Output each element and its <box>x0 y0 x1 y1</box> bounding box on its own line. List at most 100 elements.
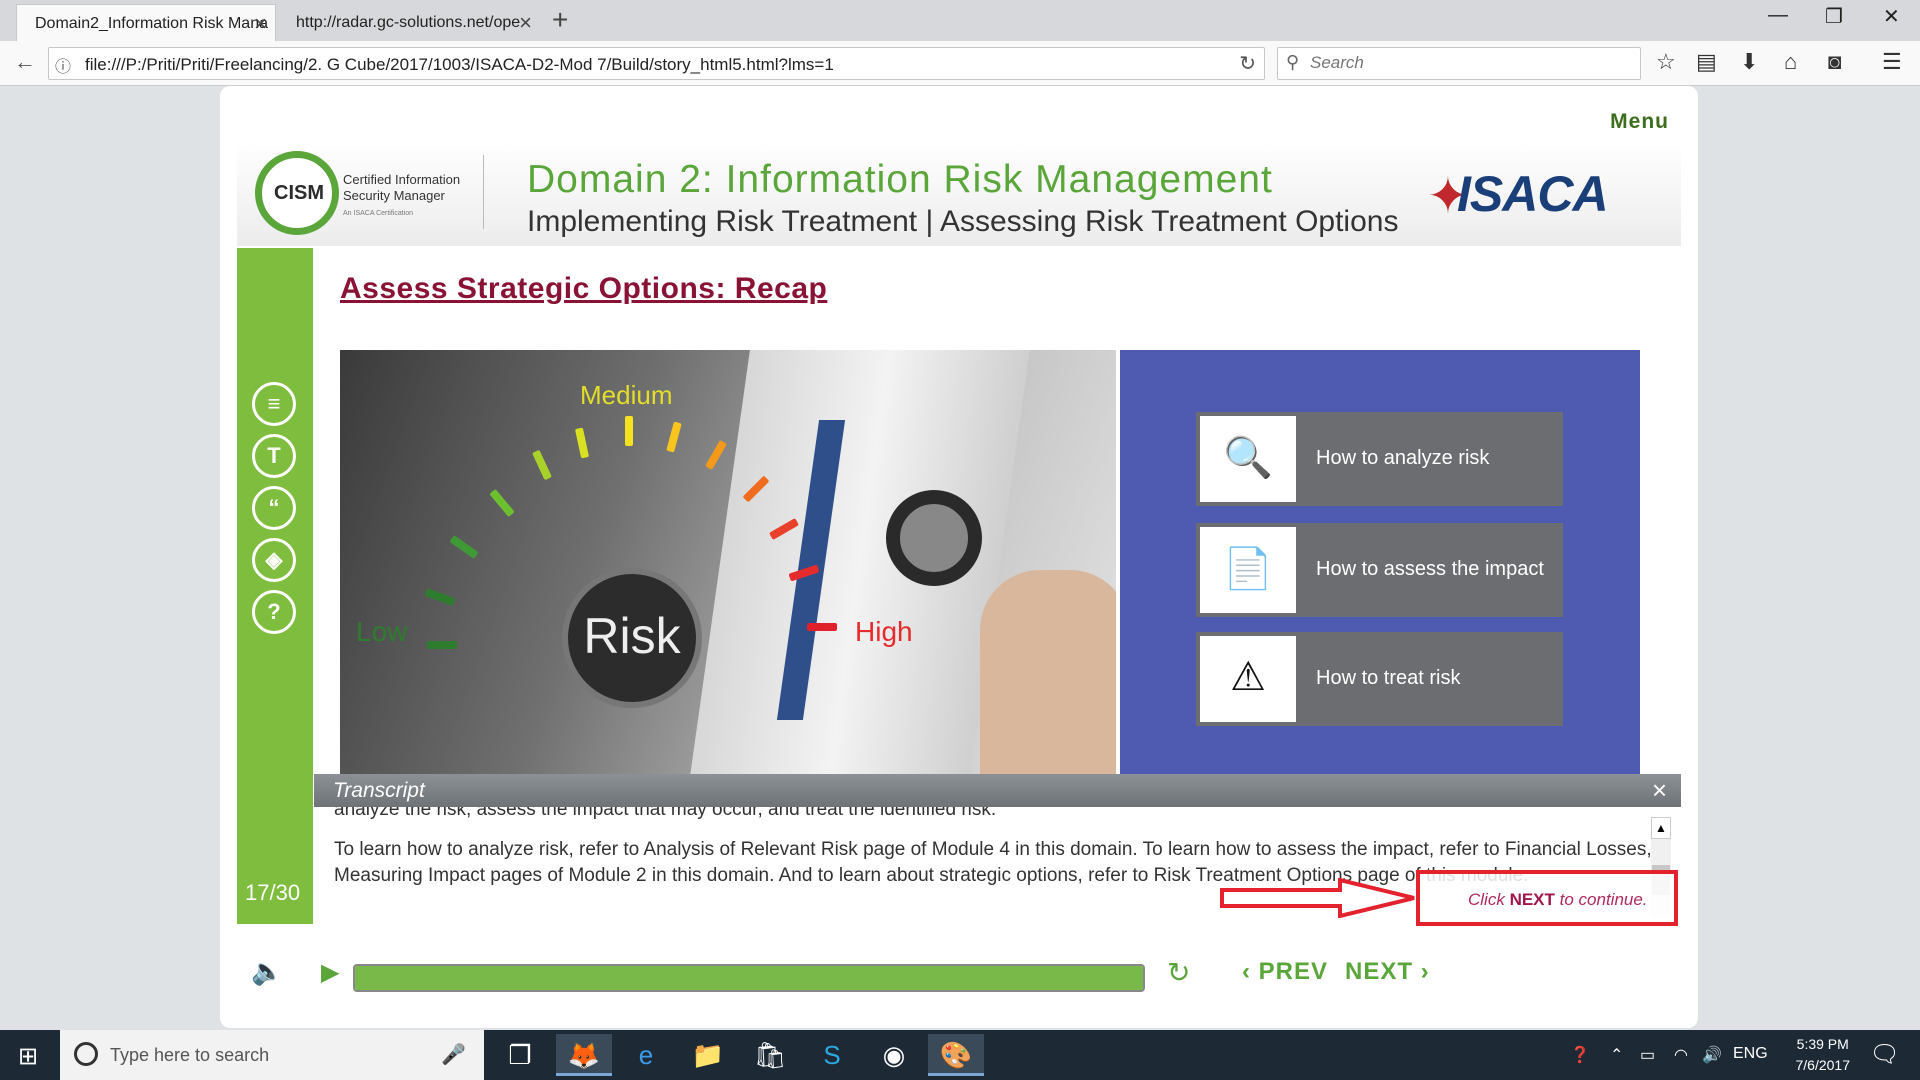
callout-text: Click NEXT to continue. <box>1468 890 1648 910</box>
restore-icon[interactable]: ❐ <box>1825 4 1843 29</box>
back-arrow-icon[interactable]: ← <box>14 49 36 75</box>
speaker-icon[interactable]: 🔊 <box>1702 1045 1722 1065</box>
glossary-quote-icon[interactable]: “ <box>252 486 296 530</box>
search-icon: ⚲ <box>1286 52 1300 72</box>
browser-tab-course[interactable]: Domain2_Information Risk Mana × <box>16 4 276 41</box>
option-analyze-risk[interactable]: 🔍 How to analyze risk <box>1196 412 1563 506</box>
gauge-tick <box>666 421 682 453</box>
magnifier-chart-icon: 🔍 <box>1200 416 1296 502</box>
url-bar[interactable]: ⓘ file:///P:/Priti/Priti/Freelancing/2. … <box>48 47 1265 80</box>
gauge-label-medium: Medium <box>580 380 673 410</box>
url-text[interactable]: file:///P:/Priti/Priti/Freelancing/2. G … <box>85 55 834 75</box>
store-icon[interactable]: 🛍 <box>742 1034 798 1076</box>
domain-title: Domain 2: Information Risk Management <box>527 158 1273 201</box>
slide-title: Assess Strategic Options: Recap <box>340 272 828 305</box>
next-button[interactable]: NEXT › <box>1345 958 1430 986</box>
option-treat-risk[interactable]: ⚠ How to treat risk <box>1196 632 1563 726</box>
stethoscope-icon <box>886 490 982 586</box>
risk-gauge-image: Risk Low Medium High <box>340 350 1116 776</box>
cortana-icon <box>74 1042 98 1066</box>
help-tray-icon[interactable]: ❓ <box>1570 1045 1590 1065</box>
help-icon[interactable]: ? <box>252 590 296 634</box>
transcript-header: Transcript × <box>314 774 1681 807</box>
option-assess-impact[interactable]: 📄 How to assess the impact <box>1196 523 1563 617</box>
wifi-icon[interactable]: ◠ <box>1674 1045 1688 1065</box>
transcript-title: Transcript <box>333 779 425 802</box>
language-indicator[interactable]: ENG <box>1733 1045 1768 1063</box>
gauge-tick <box>427 641 457 649</box>
layers-icon[interactable]: ◈ <box>252 538 296 582</box>
course-header: CISM Certified Information Security Mana… <box>237 141 1681 246</box>
logo-subcaption: An ISACA Certification <box>343 210 414 217</box>
menu-button[interactable]: Menu <box>1610 110 1669 134</box>
windows-taskbar: ⊞ Type here to search 🎤 ❐ 🦊 e 📁 🛍 S ◉ 🎨 … <box>0 1030 1920 1080</box>
reload-icon[interactable]: ↻ <box>1239 51 1256 76</box>
course-player: Menu CISM Certified Information Security… <box>220 86 1698 1028</box>
close-tab-icon[interactable]: × <box>519 10 532 36</box>
callout-bold: NEXT <box>1509 890 1555 909</box>
resources-icon[interactable]: ≡ <box>252 382 296 426</box>
firefox-icon[interactable]: 🦊 <box>556 1034 612 1076</box>
next-callout: Click NEXT to continue. <box>1416 870 1678 926</box>
logo-caption: Certified Information Security Manager <box>343 172 461 203</box>
tray-chevron-icon[interactable]: ⌃ <box>1610 1045 1623 1065</box>
player-controls: 🔈 ▶ ↻ ‹ PREV NEXT › <box>237 944 1681 1004</box>
scroll-up-icon[interactable]: ▲ <box>1651 817 1671 839</box>
callout-suffix: to continue. <box>1554 890 1648 909</box>
pocket-icon[interactable]: ◙ <box>1828 49 1841 75</box>
reader-list-icon[interactable]: ▤ <box>1696 49 1717 75</box>
paint-icon[interactable]: 🎨 <box>928 1034 984 1076</box>
seek-fill <box>355 966 1143 990</box>
doctor-coat <box>690 350 1030 776</box>
file-explorer-icon[interactable]: 📁 <box>680 1034 736 1076</box>
close-tab-icon[interactable]: × <box>254 11 267 37</box>
callout-prefix: Click <box>1468 890 1510 909</box>
browser-search-input[interactable] <box>1310 53 1610 73</box>
browser-search-bar[interactable]: ⚲ <box>1277 47 1641 80</box>
clock-time: 5:39 PM <box>1796 1036 1849 1052</box>
gauge-tick <box>807 623 837 631</box>
tab-title: Domain2_Information Risk Mana <box>35 15 268 32</box>
download-icon[interactable]: ⬇ <box>1740 49 1758 75</box>
play-icon[interactable]: ▶ <box>321 958 339 987</box>
risk-dial: Risk <box>562 568 702 708</box>
red-arrow-icon <box>1220 878 1415 918</box>
tab-title: http://radar.gc-solutions.net/ope <box>296 14 521 31</box>
replay-icon[interactable]: ↻ <box>1167 956 1190 989</box>
edge-icon[interactable]: e <box>618 1034 674 1076</box>
gauge-tick <box>705 440 727 470</box>
skype-icon[interactable]: S <box>804 1034 860 1076</box>
seek-bar[interactable] <box>353 964 1145 992</box>
transcript-icon[interactable]: T <box>252 434 296 478</box>
volume-icon[interactable]: 🔈 <box>251 956 283 987</box>
transcript-line: analyze the risk, assess the impact that… <box>334 807 997 820</box>
close-icon[interactable]: × <box>1652 775 1667 806</box>
gauge-label-low: Low <box>356 616 408 647</box>
browser-tab-radar[interactable]: http://radar.gc-solutions.net/ope × <box>278 4 540 41</box>
prev-button[interactable]: ‹ PREV <box>1242 958 1328 986</box>
windows-start-icon[interactable]: ⊞ <box>18 1042 38 1071</box>
gauge-tick <box>574 427 590 459</box>
clock-date: 7/6/2017 <box>1795 1057 1851 1073</box>
chrome-icon[interactable]: ◉ <box>866 1034 922 1076</box>
next-label: NEXT <box>1345 958 1414 985</box>
bookmark-star-icon[interactable]: ☆ <box>1656 49 1676 75</box>
info-icon[interactable]: ⓘ <box>55 53 71 77</box>
close-window-icon[interactable]: ✕ <box>1883 4 1900 29</box>
magnifier-warning-icon: ⚠ <box>1200 636 1296 722</box>
hamburger-menu-icon[interactable]: ☰ <box>1882 49 1902 75</box>
microphone-icon[interactable]: 🎤 <box>441 1042 466 1067</box>
clock[interactable]: 5:39 PM 7/6/2017 <box>1796 1034 1851 1076</box>
home-icon[interactable]: ⌂ <box>1784 49 1797 75</box>
notification-icon[interactable]: 🗨 <box>1870 1040 1900 1069</box>
task-view-icon[interactable]: ❐ <box>492 1034 548 1076</box>
new-tab-icon[interactable]: + <box>552 4 568 36</box>
battery-icon[interactable]: ▭ <box>1640 1045 1655 1065</box>
cism-logo: CISM <box>255 151 339 235</box>
document-magnifier-icon: 📄 <box>1200 527 1296 613</box>
minimize-icon[interactable]: — <box>1768 4 1788 27</box>
taskbar-search[interactable]: Type here to search 🎤 <box>60 1030 484 1080</box>
gauge-tick <box>449 535 479 559</box>
gauge-label-high: High <box>855 616 913 647</box>
cism-caption: Certified Information Security Manager A… <box>343 172 463 222</box>
